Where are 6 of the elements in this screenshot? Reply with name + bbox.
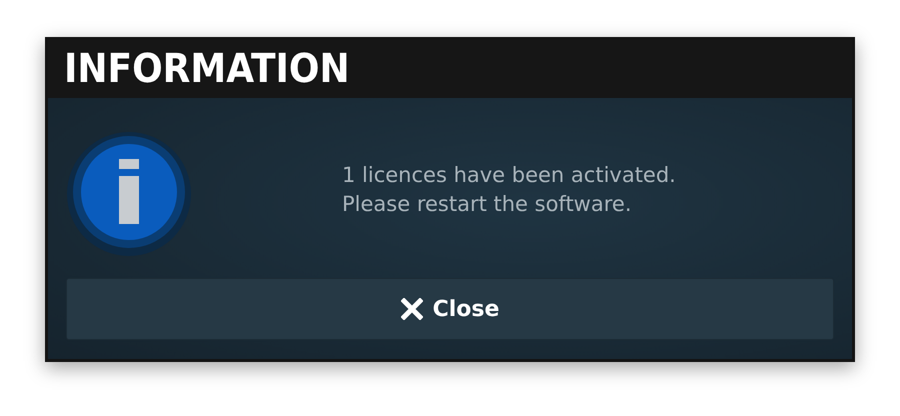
info-icon [66,131,192,257]
message-text: Please restart the software. [342,191,632,218]
message-text: 1 licences have been activated. [342,162,676,189]
close-button[interactable]: Close [66,278,834,340]
dialog-title: INFORMATION [48,40,852,98]
close-icon [400,298,423,320]
